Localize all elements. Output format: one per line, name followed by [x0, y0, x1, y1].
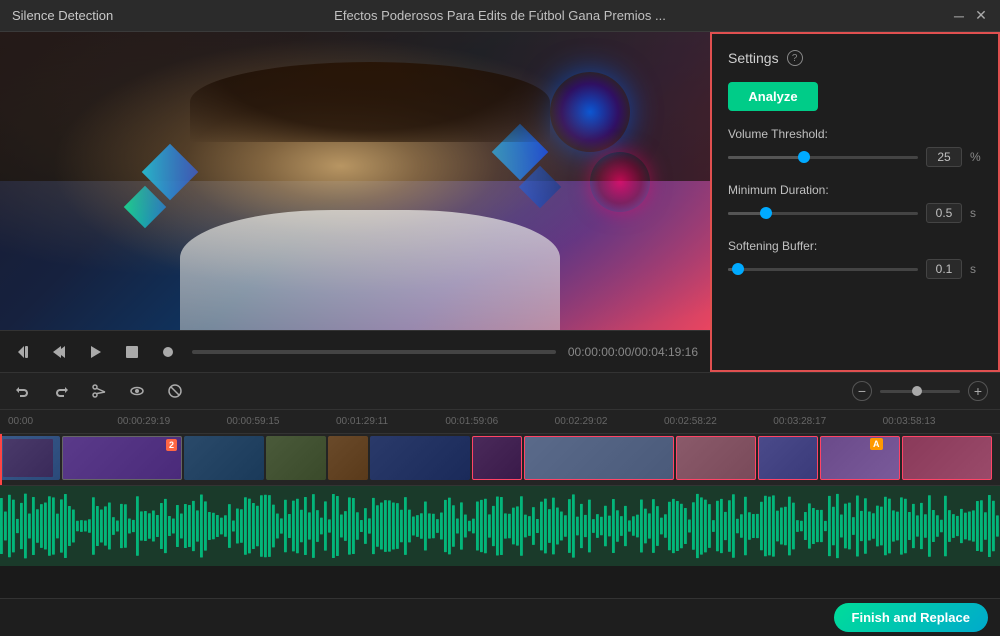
track-segment-1[interactable] — [0, 436, 60, 480]
track-segment-5[interactable] — [328, 436, 368, 480]
play-button[interactable] — [84, 340, 108, 364]
timeline: 00:00 00:00:29:19 00:00:59:15 00:01:29:1… — [0, 410, 1000, 598]
video-frame — [0, 32, 710, 330]
ruler-mark-7: 00:03:28:17 — [773, 416, 882, 427]
video-controls: 00:00:00:00/00:04:19:16 — [0, 330, 710, 372]
redo-button[interactable] — [50, 380, 72, 402]
minimize-button[interactable]: ─ — [952, 9, 966, 23]
minimum-duration-group: Minimum Duration: 0.5 s — [728, 183, 982, 223]
softening-buffer-value[interactable]: 0.1 — [926, 259, 962, 279]
track-segment-8[interactable] — [524, 436, 674, 480]
softening-buffer-label: Softening Buffer: — [728, 239, 982, 253]
zoom-slider[interactable] — [880, 390, 960, 393]
time-display: 00:00:00:00/00:04:19:16 — [568, 345, 698, 359]
video-preview — [0, 32, 710, 330]
volume-threshold-value[interactable]: 25 — [926, 147, 962, 167]
settings-title: Settings — [728, 50, 779, 66]
video-area: 00:00:00:00/00:04:19:16 — [0, 32, 710, 372]
video-title: Efectos Poderosos Para Edits de Fútbol G… — [334, 8, 666, 23]
toolbar: − + — [0, 372, 1000, 410]
track-segment-9[interactable] — [676, 436, 756, 480]
softening-buffer-slider[interactable] — [728, 268, 918, 271]
ruler-mark-8: 00:03:58:13 — [883, 416, 992, 427]
volume-threshold-fill — [728, 156, 804, 159]
app-title: Silence Detection — [12, 8, 113, 23]
waveform-svg — [0, 486, 1000, 566]
zoom-in-button[interactable]: + — [968, 381, 988, 401]
zoom-thumb[interactable] — [912, 386, 922, 396]
title-bar-left: Silence Detection — [12, 8, 113, 23]
title-bar-controls[interactable]: ─ ✕ — [952, 9, 988, 23]
track-segment-label-a2: A — [870, 438, 883, 450]
minimum-duration-value[interactable]: 0.5 — [926, 203, 962, 223]
play-back-button[interactable] — [48, 340, 72, 364]
help-icon[interactable]: ? — [787, 50, 803, 66]
playhead — [0, 434, 2, 485]
shirt — [180, 210, 560, 330]
volume-threshold-slider[interactable] — [728, 156, 918, 159]
close-button[interactable]: ✕ — [974, 9, 988, 23]
softening-buffer-thumb[interactable] — [732, 263, 744, 275]
ruler-mark-5: 00:02:29:02 — [555, 416, 664, 427]
hair — [190, 62, 550, 142]
finish-replace-button[interactable]: Finish and Replace — [834, 603, 988, 632]
volume-threshold-thumb[interactable] — [798, 151, 810, 163]
volume-threshold-row: 25 % — [728, 147, 982, 167]
volume-threshold-unit: % — [970, 150, 982, 164]
toolbar-right: − + — [852, 381, 988, 401]
minimum-duration-unit: s — [970, 206, 982, 220]
volume-threshold-group: Volume Threshold: 25 % — [728, 127, 982, 167]
timeline-ruler: 00:00 00:00:29:19 00:00:59:15 00:01:29:1… — [0, 410, 1000, 434]
title-bar: Silence Detection Efectos Poderosos Para… — [0, 0, 1000, 32]
track-segment-6[interactable] — [370, 436, 470, 480]
minimum-duration-row: 0.5 s — [728, 203, 982, 223]
softening-buffer-group: Softening Buffer: 0.1 s — [728, 239, 982, 279]
audio-track[interactable] — [0, 486, 1000, 566]
ruler-mark-4: 00:01:59:06 — [445, 416, 554, 427]
track-segment-4[interactable] — [266, 436, 326, 480]
minimum-duration-label: Minimum Duration: — [728, 183, 982, 197]
track-segment-7[interactable] — [472, 436, 522, 480]
ruler-mark-1: 00:00:29:19 — [117, 416, 226, 427]
ruler-mark-2: 00:00:59:15 — [227, 416, 336, 427]
ruler-mark-0: 00:00 — [8, 416, 117, 427]
track-segment-2[interactable]: 2 — [62, 436, 182, 480]
settings-header: Settings ? — [728, 50, 982, 66]
minimum-duration-thumb[interactable] — [760, 207, 772, 219]
audio-waveform — [0, 486, 1000, 566]
undo-button[interactable] — [12, 380, 34, 402]
eye-button[interactable] — [126, 380, 148, 402]
main-content: 00:00:00:00/00:04:19:16 Settings ? Analy… — [0, 32, 1000, 372]
settings-panel: Settings ? Analyze Volume Threshold: 25 … — [710, 32, 1000, 372]
stop-button[interactable] — [120, 340, 144, 364]
bottom-bar: Finish and Replace — [0, 598, 1000, 636]
disable-button[interactable] — [164, 380, 186, 402]
ruler-mark-3: 00:01:29:11 — [336, 416, 445, 427]
softening-buffer-unit: s — [970, 262, 982, 276]
scissors-button[interactable] — [88, 380, 110, 402]
video-track[interactable]: 2 A A — [0, 434, 1000, 486]
ruler-marks: 00:00 00:00:29:19 00:00:59:15 00:01:29:1… — [8, 416, 992, 427]
title-bar-center: Efectos Poderosos Para Edits de Fútbol G… — [334, 8, 666, 23]
progress-bar[interactable] — [192, 350, 556, 354]
track-segment-3[interactable] — [184, 436, 264, 480]
ruler-mark-6: 00:02:58:22 — [664, 416, 773, 427]
track-segment-10[interactable] — [758, 436, 818, 480]
volume-threshold-label: Volume Threshold: — [728, 127, 982, 141]
step-back-button[interactable] — [12, 340, 36, 364]
softening-buffer-row: 0.1 s — [728, 259, 982, 279]
analyze-button[interactable]: Analyze — [728, 82, 818, 111]
record-button[interactable] — [156, 340, 180, 364]
zoom-out-button[interactable]: − — [852, 381, 872, 401]
track-segment-11[interactable] — [820, 436, 900, 480]
track-segment-12[interactable] — [902, 436, 992, 480]
minimum-duration-slider[interactable] — [728, 212, 918, 215]
